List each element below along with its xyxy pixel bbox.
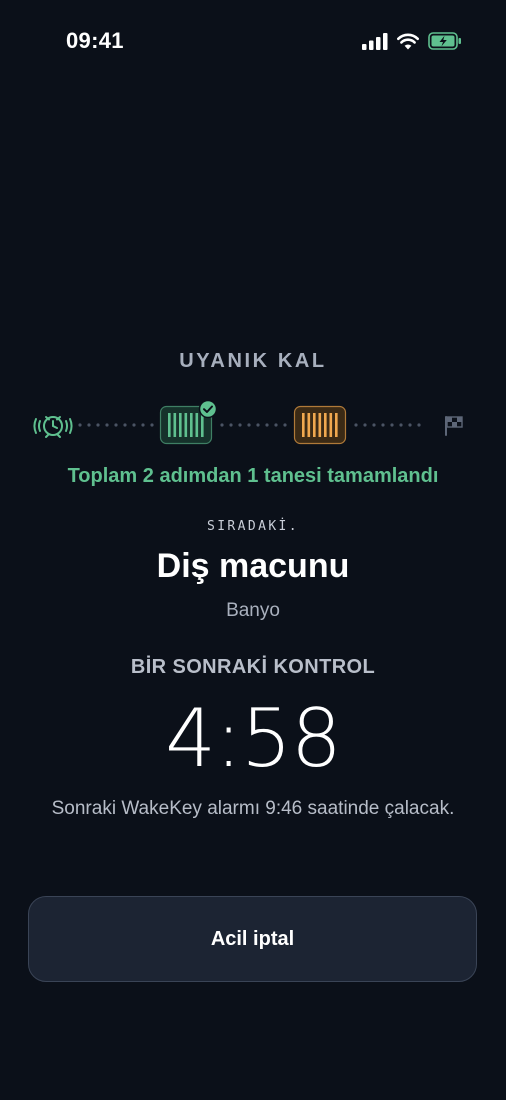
next-check-label: BİR SONRAKİ KONTROL	[130, 656, 376, 678]
next-task-name: Diş macunu	[156, 547, 350, 585]
cellular-signal-icon	[362, 32, 388, 50]
progress-track	[0, 399, 506, 452]
progress-summary: Toplam 2 adımdan 1 tanesi tamamlandı	[67, 465, 439, 487]
progress-connector-3	[354, 423, 421, 427]
status-icons	[362, 31, 462, 51]
next-step-label: SIRADAKİ.	[206, 519, 300, 534]
status-bar: 09:41	[0, 0, 506, 80]
finish-flag-icon	[445, 416, 463, 436]
screen-title: UYANIK KAL	[179, 350, 327, 372]
next-alarm-info: Sonraki WakeKey alarmı 9:46 saatinde çal…	[51, 798, 455, 819]
check-badge-icon	[198, 399, 218, 419]
alarm-clock-icon	[33, 416, 73, 438]
emergency-cancel-label: Acil iptal	[210, 927, 295, 950]
battery-charging-icon	[428, 32, 461, 50]
status-time: 09:41	[66, 28, 124, 53]
progress-connector-1	[78, 423, 154, 427]
emergency-cancel-button[interactable]: Acil iptal	[28, 896, 477, 982]
wifi-icon	[397, 33, 419, 49]
countdown-timer: 4:58	[165, 692, 342, 785]
progress-connector-2	[220, 423, 287, 427]
next-task-location: Banyo	[226, 600, 280, 621]
step-current-barcode-icon	[293, 405, 347, 445]
